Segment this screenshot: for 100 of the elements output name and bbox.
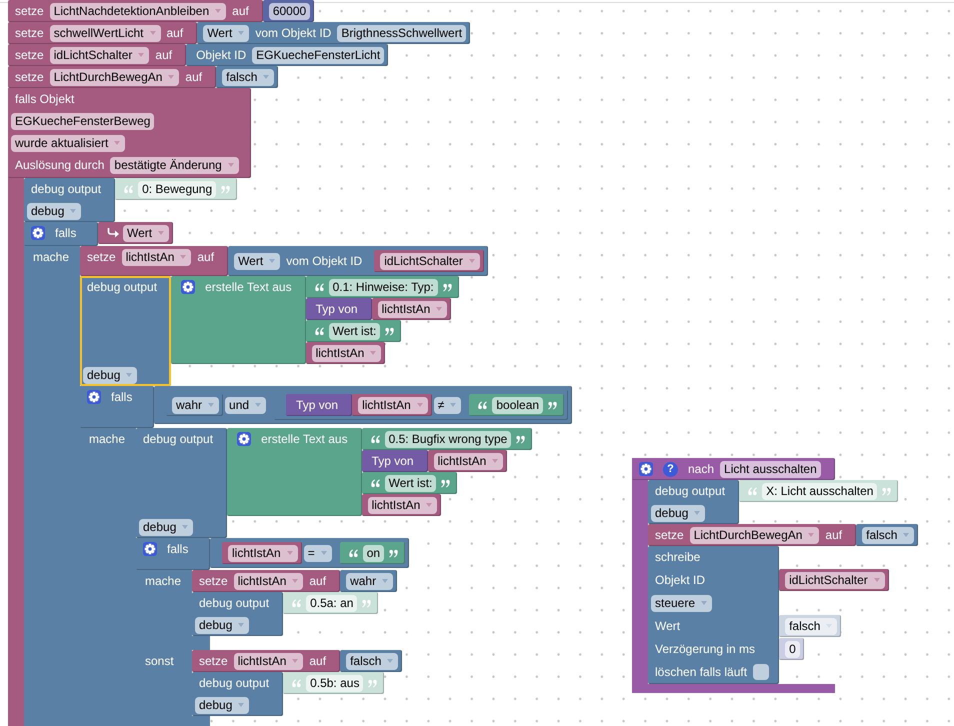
boolean-block[interactable]: falsch xyxy=(340,650,402,672)
dropdown-field[interactable]: Wert xyxy=(123,224,170,242)
dropdown-field[interactable]: falsch xyxy=(862,526,914,544)
set-variable-block[interactable]: setze LichtNachdetektionAnbleiben auf xyxy=(8,0,263,22)
dropdown-field[interactable]: idLichtSchalter xyxy=(380,252,480,270)
dropdown-field[interactable]: debug xyxy=(195,616,250,634)
boolean-block[interactable]: wahr xyxy=(340,570,398,592)
dropdown-field[interactable]: schwellWertLicht xyxy=(50,24,160,42)
number-field[interactable]: 60000 xyxy=(268,2,310,20)
help-button[interactable]: ? xyxy=(663,462,678,476)
text-field[interactable]: 0.5a: an xyxy=(306,594,358,612)
dropdown-field[interactable]: LichtNachdetektionAnbleiben xyxy=(50,2,226,20)
dropdown-field[interactable]: steuere xyxy=(651,594,712,612)
trigger-value-block[interactable]: Wert xyxy=(98,222,174,244)
typeof-block[interactable]: Typ von xyxy=(362,450,428,472)
dropdown-field[interactable]: idLichtSchalter xyxy=(50,46,150,64)
dropdown-field[interactable]: lichtIstAn xyxy=(234,652,304,670)
debug-output-block[interactable]: debug output debug xyxy=(648,480,740,524)
object-id-block[interactable]: Objekt ID EGKuecheFensterLicht xyxy=(186,44,388,66)
text-block[interactable]: X: Licht ausschalten xyxy=(739,480,898,502)
variable-block[interactable]: lichtIstAn xyxy=(372,298,452,320)
number-field[interactable]: 0 xyxy=(785,640,800,658)
dropdown-field[interactable]: wahr xyxy=(172,396,220,414)
variable-block[interactable]: idLichtSchalter xyxy=(374,250,484,272)
dropdown-field[interactable]: lichtIstAn xyxy=(358,396,428,414)
dropdown-field[interactable]: debug xyxy=(83,366,138,384)
text-field[interactable]: boolean xyxy=(492,396,544,414)
gear-icon[interactable] xyxy=(639,462,653,476)
set-variable-block[interactable]: setze idLichtSchalter auf xyxy=(8,44,186,66)
dropdown-field[interactable]: LichtDurchBewegAn xyxy=(50,68,180,86)
get-value-block[interactable]: Wert vom Objekt ID idLichtSchalter xyxy=(228,246,488,276)
gear-icon[interactable] xyxy=(87,390,101,404)
dropdown-field[interactable]: wurde aktualisiert xyxy=(11,134,126,152)
gear-icon[interactable] xyxy=(181,280,196,294)
dropdown-field[interactable]: falsch xyxy=(346,652,398,670)
set-variable-block[interactable]: setze LichtDurchBewegAn auf xyxy=(8,66,216,88)
variable-block[interactable]: lichtIstAn xyxy=(306,342,386,364)
dropdown-field[interactable]: bestätigte Änderung xyxy=(110,156,239,174)
text-block[interactable]: 0.1: Hinweise: Typ: xyxy=(306,276,459,298)
dropdown-field[interactable]: lichtIstAn xyxy=(378,300,448,318)
dropdown-field[interactable]: lichtIstAn xyxy=(234,572,304,590)
text-field[interactable]: 0.5: Bugfix wrong type xyxy=(384,430,512,448)
text-block[interactable]: 0.5: Bugfix wrong type xyxy=(362,428,532,450)
procedure-block[interactable]: ? nach Licht ausschalten debug output debug X: Licht ausschalten setze LichtDurchBewegAn auf falsch schreibe Objekt ID steuere Wert Verzögerung in ms löschen falls läuft idLichtSchalter falsch 0 xyxy=(632,458,918,693)
text-block[interactable]: 0.5b: aus xyxy=(283,672,384,694)
dropdown-field[interactable]: Wert xyxy=(203,24,250,42)
debug-output-block[interactable]: debug output debug xyxy=(80,276,172,386)
text-block[interactable]: 0: Bewegung xyxy=(115,178,238,200)
dropdown-field[interactable]: Wert xyxy=(234,252,280,270)
dropdown-field[interactable]: lichtIstAn xyxy=(434,452,504,470)
text-block[interactable]: on xyxy=(340,542,406,564)
procedure-name-field[interactable]: Licht ausschalten xyxy=(720,460,821,478)
variable-block[interactable]: lichtIstAn xyxy=(428,450,508,472)
if-block[interactable]: falls lichtIstAn = on mache setze lichtIstAn auf wahr debug output debug 0.5a: an sonst setze lichtIstAn auf falsch debug output debug 0.5b: aus xyxy=(136,538,410,726)
dropdown-field[interactable]: debug xyxy=(195,696,250,714)
text-field[interactable]: on xyxy=(362,544,384,562)
dropdown-field[interactable]: falsch xyxy=(785,618,838,634)
set-variable-block[interactable]: setze schwellWertLicht auf xyxy=(8,22,198,44)
set-variable-block[interactable]: setze lichtIstAn auf xyxy=(192,570,340,592)
object-id-field[interactable]: EGKuecheFensterLicht xyxy=(252,46,384,64)
typeof-block[interactable]: Typ von xyxy=(286,394,352,416)
typeof-block[interactable]: Typ von xyxy=(306,298,372,320)
dropdown-field[interactable]: lichtIstAn xyxy=(368,496,438,514)
dropdown-field[interactable]: und xyxy=(225,396,266,414)
checkbox[interactable] xyxy=(753,664,770,680)
text-field[interactable]: X: Licht ausschalten xyxy=(762,482,878,500)
text-field[interactable]: Wert ist: xyxy=(328,322,380,340)
dropdown-field[interactable]: lichtIstAn xyxy=(122,248,192,266)
object-id-field[interactable]: EGKuecheFensterBeweg xyxy=(11,112,154,130)
gear-icon[interactable] xyxy=(31,226,45,240)
variable-block[interactable]: lichtIstAn xyxy=(352,394,432,416)
variable-block[interactable]: lichtIstAn xyxy=(222,542,302,564)
text-field[interactable]: 0.1: Hinweise: Typ: xyxy=(328,278,438,296)
set-variable-block[interactable]: setze LichtDurchBewegAn auf xyxy=(648,524,856,546)
logic-operation-block[interactable]: wahr und Typ von lichtIstAn ≠ boolean xyxy=(154,386,572,424)
number-block[interactable]: 60000 xyxy=(262,0,314,22)
gear-icon[interactable] xyxy=(237,432,252,446)
boolean-block[interactable]: falsch xyxy=(779,615,842,637)
text-field[interactable]: 0: Bewegung xyxy=(138,180,216,198)
dropdown-field[interactable]: debug xyxy=(139,518,194,536)
boolean-block[interactable]: wahr xyxy=(166,394,224,416)
get-value-block[interactable]: Wert vom Objekt ID BrigthnessSchwellwert xyxy=(197,22,470,44)
dropdown-field[interactable]: lichtIstAn xyxy=(228,544,298,562)
dropdown-field[interactable]: = xyxy=(304,544,332,562)
compare-block[interactable]: Typ von lichtIstAn ≠ boolean xyxy=(274,390,568,420)
text-block[interactable]: boolean xyxy=(469,394,564,416)
dropdown-field[interactable]: wahr xyxy=(346,572,394,590)
variable-block[interactable]: lichtIstAn xyxy=(362,494,442,516)
number-block[interactable]: 0 xyxy=(779,638,804,660)
dropdown-field[interactable]: debug xyxy=(651,504,706,522)
text-block[interactable]: 0.5a: an xyxy=(283,592,378,614)
variable-block[interactable]: idLichtSchalter xyxy=(779,569,889,591)
text-block[interactable]: Wert ist: xyxy=(306,320,402,342)
compare-block[interactable]: lichtIstAn = on xyxy=(210,538,410,568)
control-block[interactable]: schreibe Objekt ID steuere Wert Verzögerung in ms löschen falls läuft xyxy=(648,546,780,684)
dropdown-field[interactable]: lichtIstAn xyxy=(312,344,382,362)
dropdown-field[interactable]: debug xyxy=(27,202,82,220)
set-variable-block[interactable]: setze lichtIstAn auf xyxy=(80,246,228,276)
dropdown-field[interactable]: falsch xyxy=(222,68,274,86)
dropdown-field[interactable]: LichtDurchBewegAn xyxy=(690,526,820,544)
